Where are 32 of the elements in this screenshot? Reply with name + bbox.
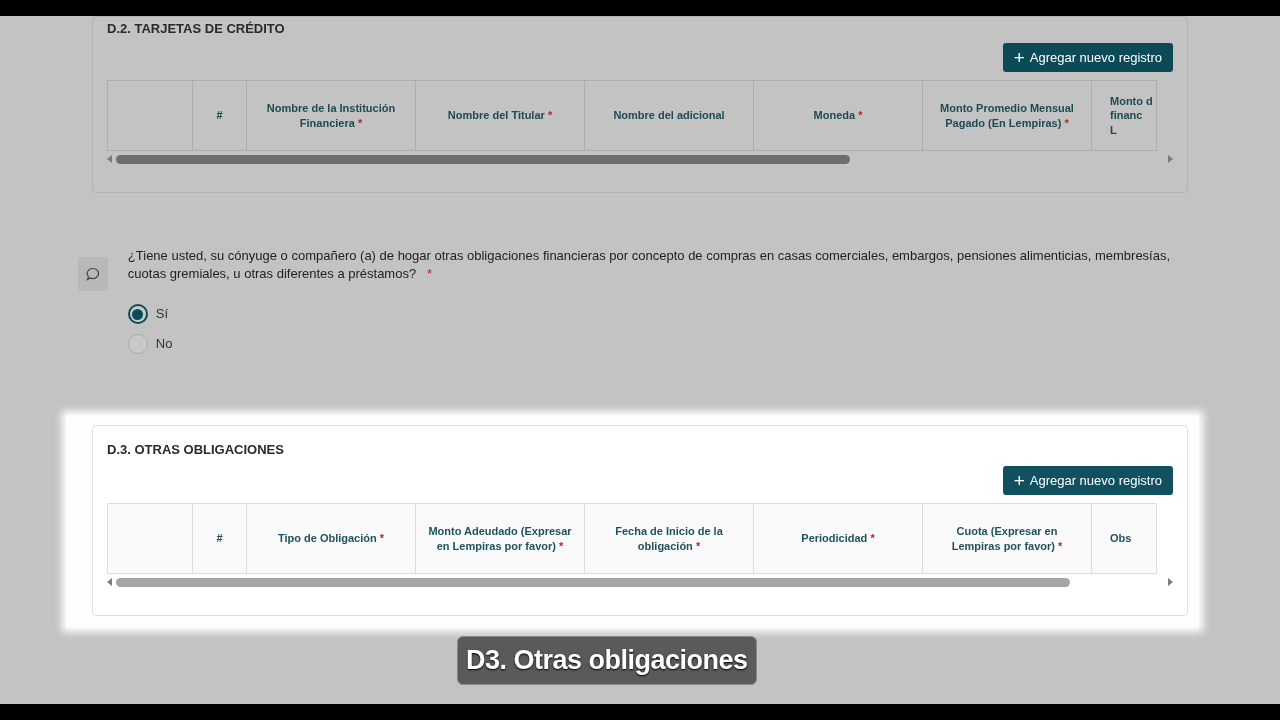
radio-button[interactable] bbox=[127, 304, 148, 325]
add-record-button[interactable]: + Agregar nuevo registro bbox=[1002, 465, 1173, 495]
column-header: Moneda * bbox=[753, 80, 923, 151]
video-caption: D3. Otras obligaciones bbox=[457, 636, 757, 685]
scroll-right-icon[interactable] bbox=[1168, 155, 1173, 163]
column-header: Nombre del Titular * bbox=[415, 80, 585, 151]
column-header: Cuota (Expresar en Lempiras por favor) * bbox=[922, 503, 1092, 574]
column-header: Monto d financ L bbox=[1091, 80, 1157, 151]
column-header: Obs bbox=[1091, 503, 1157, 574]
add-record-button[interactable]: + Agregar nuevo registro bbox=[1002, 42, 1173, 72]
scroll-right-icon[interactable] bbox=[1168, 578, 1173, 586]
radio-button[interactable] bbox=[127, 334, 148, 355]
column-header: Monto Adeudado (Expresar en Lempiras por favor) * bbox=[415, 503, 585, 574]
section-title: D.3. OTRAS OBLIGACIONES bbox=[107, 441, 285, 459]
option-label[interactable]: Sí bbox=[155, 304, 169, 324]
column-header: Nombre del adicional bbox=[584, 80, 754, 151]
column-header: Fecha de Inicio de la obligación * bbox=[584, 503, 754, 574]
speech-bubble-icon bbox=[85, 267, 100, 281]
question-text: ¿Tiene usted, su cónyuge o compañero (a) de hogar otras obligaciones financieras por concepto de compras en casas comerciales, embargos, pensiones alimenticias, membresías, cuotas gremiales, u otras diferentes a préstamos? * bbox=[127, 247, 1172, 283]
column-header: # bbox=[192, 80, 247, 151]
scroll-left-icon[interactable] bbox=[107, 155, 112, 163]
column-header: Nombre de la Institución Financiera * bbox=[246, 80, 416, 151]
column-header: # bbox=[192, 503, 247, 574]
column-header: Periodicidad * bbox=[753, 503, 923, 574]
column-header: Monto Promedio Mensual Pagado (En Lempiras) * bbox=[922, 80, 1092, 151]
option-label[interactable]: No bbox=[155, 334, 173, 354]
column-header: Tipo de Obligación * bbox=[246, 503, 416, 574]
section-title: D.2. TARJETAS DE CRÉDITO bbox=[107, 20, 286, 38]
scrollbar-thumb[interactable] bbox=[116, 577, 1070, 587]
scroll-left-icon[interactable] bbox=[107, 578, 112, 586]
comment-button[interactable] bbox=[78, 257, 108, 291]
scrollbar-thumb[interactable] bbox=[116, 154, 850, 164]
